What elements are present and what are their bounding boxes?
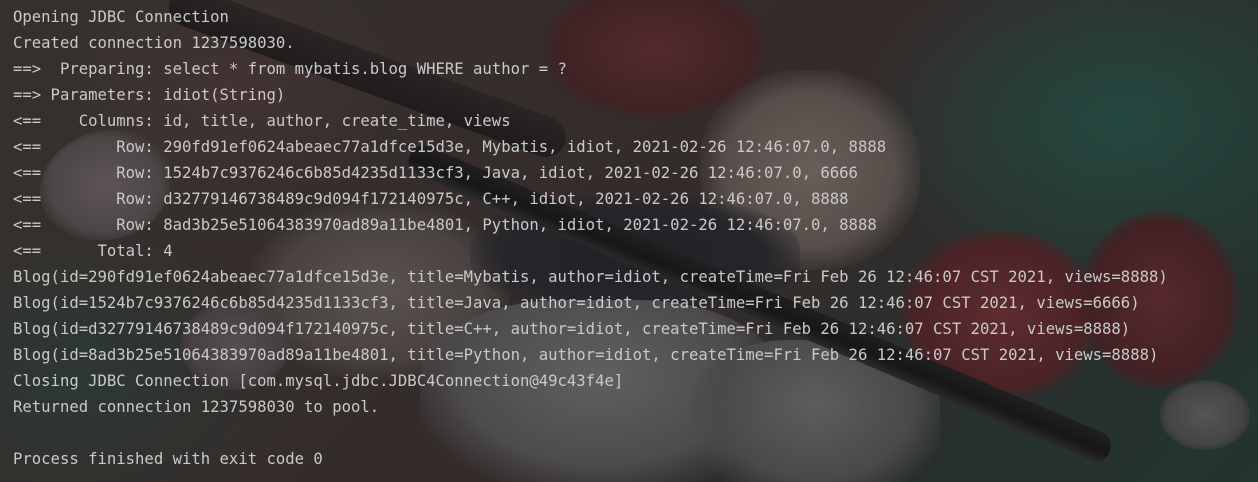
run-console-output[interactable]: Opening JDBC Connection Created connecti…: [0, 0, 1258, 482]
console-line: Closing JDBC Connection [com.mysql.jdbc.…: [13, 372, 624, 390]
console-line: <== Row: 290fd91ef0624abeaec77a1dfce15d3…: [13, 138, 887, 156]
console-line: <== Row: 1524b7c9376246c6b85d4235d1133cf…: [13, 164, 858, 182]
console-line: ==> Parameters: idiot(String): [13, 86, 286, 104]
console-line: <== Row: 8ad3b25e51064383970ad89a11be480…: [13, 216, 877, 234]
console-line: <== Total: 4: [13, 242, 173, 260]
console-line: Returned connection 1237598030 to pool.: [13, 398, 380, 416]
console-line: Blog(id=8ad3b25e51064383970ad89a11be4801…: [13, 346, 1159, 364]
console-line: ==> Preparing: select * from mybatis.blo…: [13, 60, 567, 78]
console-line: Blog(id=290fd91ef0624abeaec77a1dfce15d3e…: [13, 268, 1168, 286]
console-line: Opening JDBC Connection: [13, 8, 229, 26]
console-line: Blog(id=1524b7c9376246c6b85d4235d1133cf3…: [13, 294, 1140, 312]
console-line: <== Row: d32779146738489c9d094f172140975…: [13, 190, 849, 208]
console-line: Blog(id=d32779146738489c9d094f172140975c…: [13, 320, 1131, 338]
console-line: Created connection 1237598030.: [13, 34, 295, 52]
console-line: Process finished with exit code 0: [13, 450, 323, 468]
console-line: <== Columns: id, title, author, create_t…: [13, 112, 511, 130]
